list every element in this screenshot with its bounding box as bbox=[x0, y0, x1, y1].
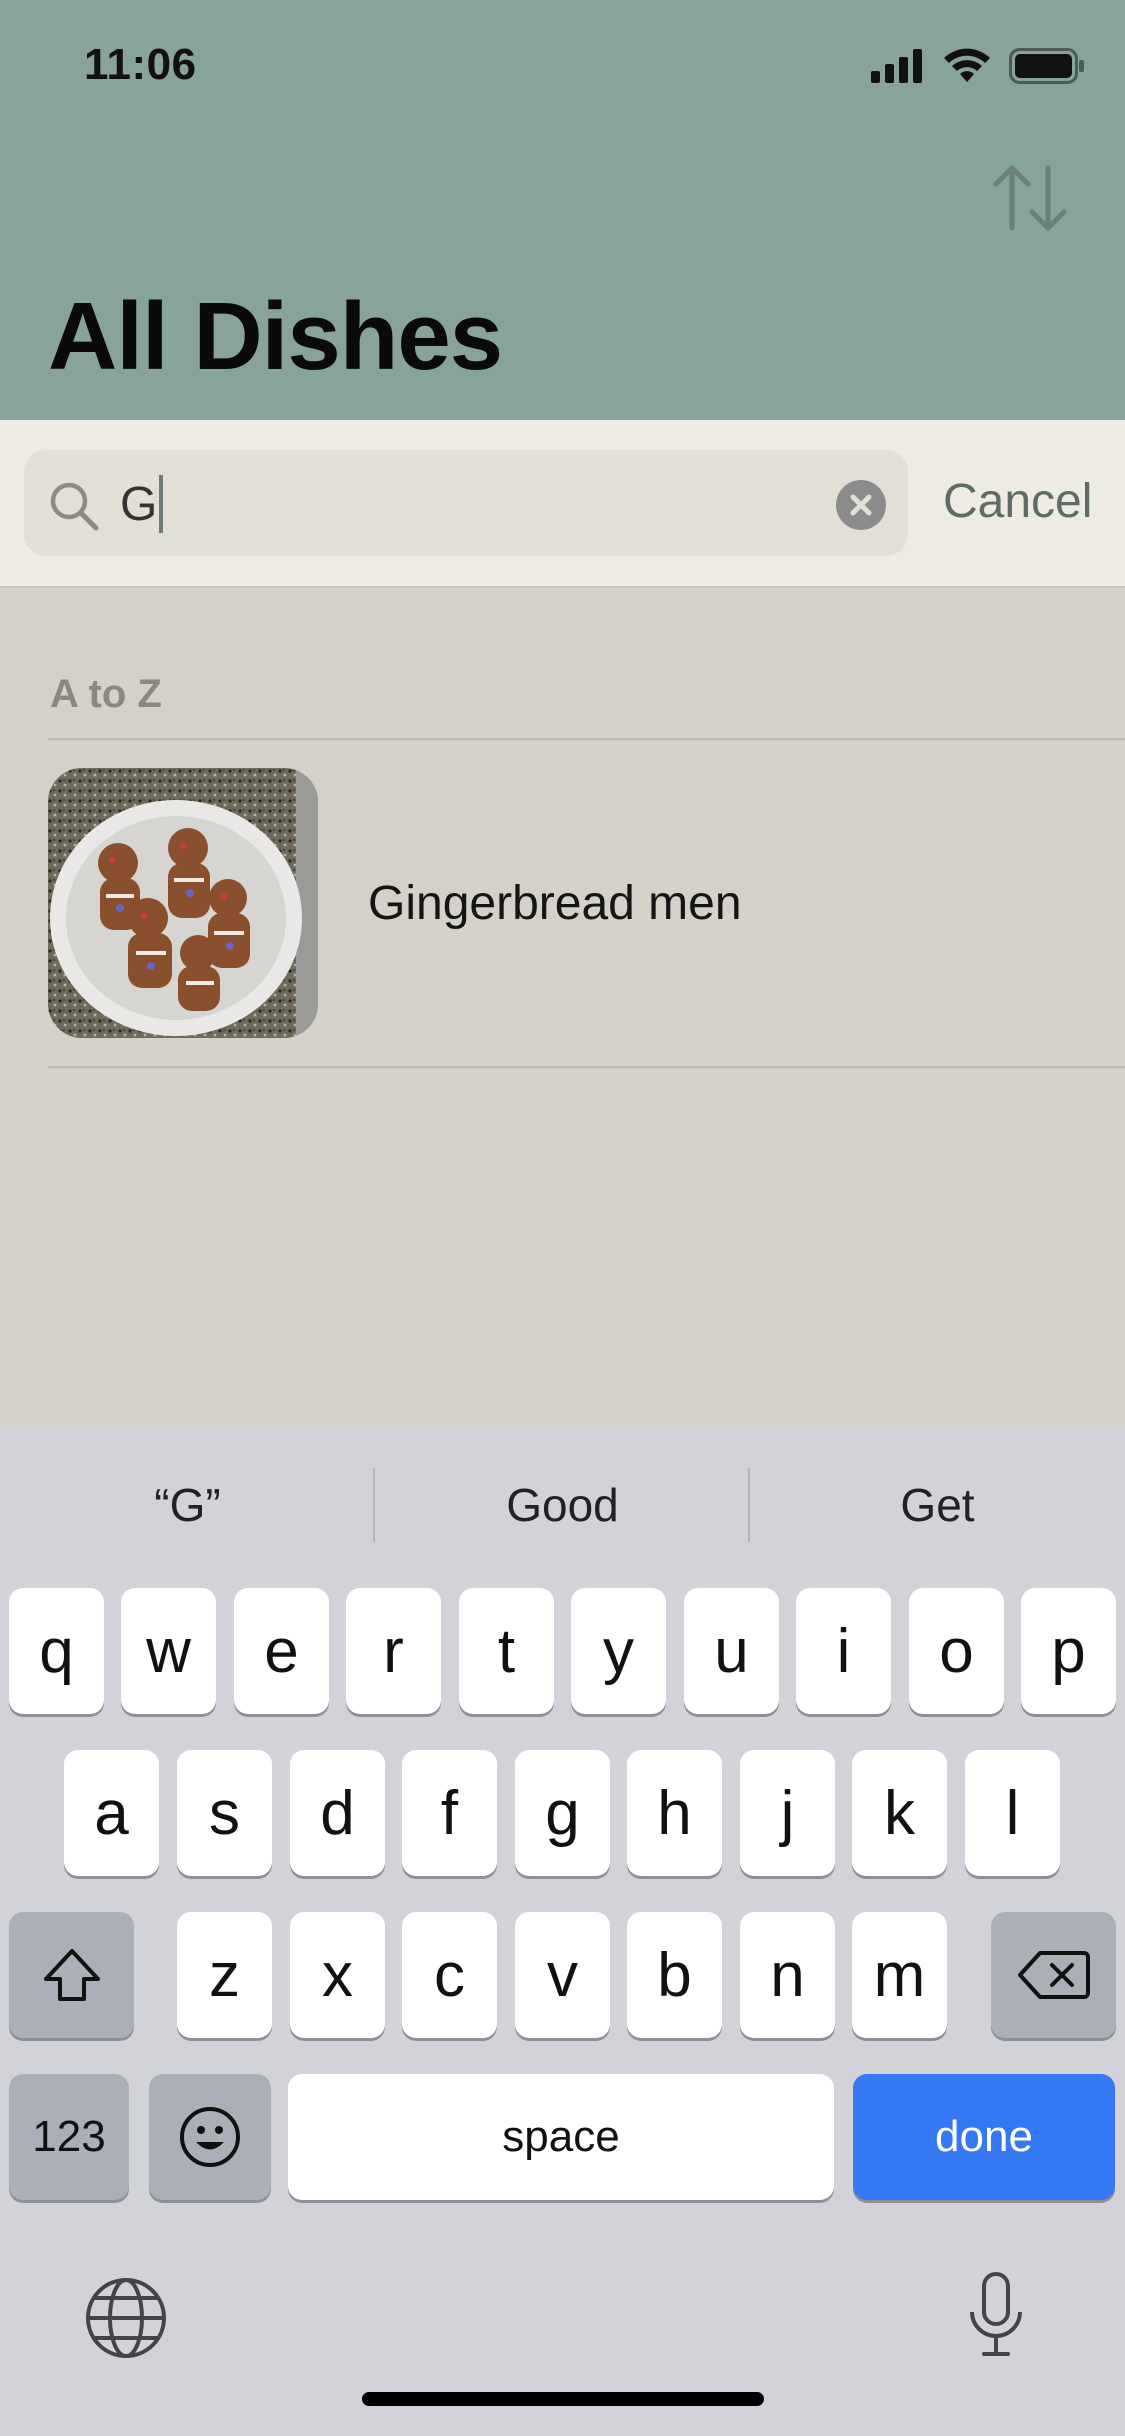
row-divider bbox=[48, 1066, 1125, 1068]
list-item[interactable]: Gingerbread men bbox=[0, 740, 1125, 1070]
key-b[interactable]: b bbox=[627, 1912, 722, 2038]
globe-icon bbox=[86, 2278, 166, 2358]
key-t[interactable]: t bbox=[459, 1588, 554, 1714]
search-field[interactable]: G bbox=[24, 450, 908, 556]
key-i[interactable]: i bbox=[796, 1588, 891, 1714]
key-n[interactable]: n bbox=[740, 1912, 835, 2038]
key-f[interactable]: f bbox=[402, 1750, 497, 1876]
dish-thumbnail bbox=[48, 768, 318, 1038]
keyboard: “G” Good Get q w e r t y u i o p a s d f… bbox=[0, 1426, 1125, 2436]
key-r[interactable]: r bbox=[346, 1588, 441, 1714]
cancel-button[interactable]: Cancel bbox=[943, 474, 1092, 529]
key-y[interactable]: y bbox=[571, 1588, 666, 1714]
microphone-icon bbox=[970, 2272, 1022, 2356]
wifi-icon bbox=[944, 48, 990, 82]
shift-key[interactable] bbox=[9, 1912, 134, 2038]
key-d[interactable]: d bbox=[290, 1750, 385, 1876]
navigation-header: 11:06 All Dishes bbox=[0, 0, 1125, 420]
suggestion-bar: “G” Good Get bbox=[0, 1426, 1125, 1582]
status-time: 11:06 bbox=[84, 40, 197, 89]
key-e[interactable]: e bbox=[234, 1588, 329, 1714]
suggestion-item[interactable]: Good bbox=[375, 1478, 750, 1532]
numbers-key[interactable]: 123 bbox=[9, 2074, 129, 2200]
dictation-button[interactable] bbox=[966, 2270, 1026, 2360]
key-a[interactable]: a bbox=[64, 1750, 159, 1876]
page-title: All Dishes bbox=[48, 283, 503, 390]
battery-icon bbox=[1009, 48, 1084, 84]
delete-key[interactable] bbox=[991, 1912, 1116, 2038]
key-m[interactable]: m bbox=[852, 1912, 947, 2038]
done-key[interactable]: done bbox=[853, 2074, 1115, 2200]
search-input-text: G bbox=[120, 477, 158, 531]
key-g[interactable]: g bbox=[515, 1750, 610, 1876]
emoji-key[interactable] bbox=[149, 2074, 271, 2200]
status-icons bbox=[871, 48, 1085, 84]
clear-x-icon bbox=[850, 494, 872, 516]
search-icon bbox=[50, 482, 99, 531]
key-k[interactable]: k bbox=[852, 1750, 947, 1876]
key-z[interactable]: z bbox=[177, 1912, 272, 2038]
key-l[interactable]: l bbox=[965, 1750, 1060, 1876]
key-q[interactable]: q bbox=[9, 1588, 104, 1714]
key-h[interactable]: h bbox=[627, 1750, 722, 1876]
dish-name: Gingerbread men bbox=[368, 877, 742, 930]
gingerbread-photo bbox=[48, 768, 318, 1038]
text-caret bbox=[159, 475, 164, 533]
key-v[interactable]: v bbox=[515, 1912, 610, 2038]
key-u[interactable]: u bbox=[684, 1588, 779, 1714]
clear-search-button[interactable] bbox=[836, 480, 886, 530]
sort-arrows-icon bbox=[993, 165, 1067, 231]
suggestion-item[interactable]: Get bbox=[750, 1478, 1125, 1532]
suggestion-item[interactable]: “G” bbox=[0, 1478, 375, 1532]
key-w[interactable]: w bbox=[121, 1588, 216, 1714]
emoji-face-icon bbox=[180, 2107, 240, 2167]
cellular-signal-icon bbox=[871, 49, 922, 83]
key-o[interactable]: o bbox=[909, 1588, 1004, 1714]
backspace-icon bbox=[1017, 1951, 1090, 1999]
home-indicator[interactable] bbox=[362, 2392, 764, 2406]
key-p[interactable]: p bbox=[1021, 1588, 1116, 1714]
key-c[interactable]: c bbox=[402, 1912, 497, 2038]
space-key[interactable]: space bbox=[288, 2074, 834, 2200]
sort-button[interactable] bbox=[990, 158, 1070, 238]
search-bar: G Cancel bbox=[0, 420, 1125, 588]
section-header: A to Z bbox=[50, 672, 162, 716]
key-s[interactable]: s bbox=[177, 1750, 272, 1876]
search-input[interactable]: G bbox=[120, 474, 164, 534]
key-x[interactable]: x bbox=[290, 1912, 385, 2038]
globe-button[interactable] bbox=[84, 2276, 168, 2360]
key-j[interactable]: j bbox=[740, 1750, 835, 1876]
shift-arrow-icon bbox=[43, 1949, 100, 2001]
